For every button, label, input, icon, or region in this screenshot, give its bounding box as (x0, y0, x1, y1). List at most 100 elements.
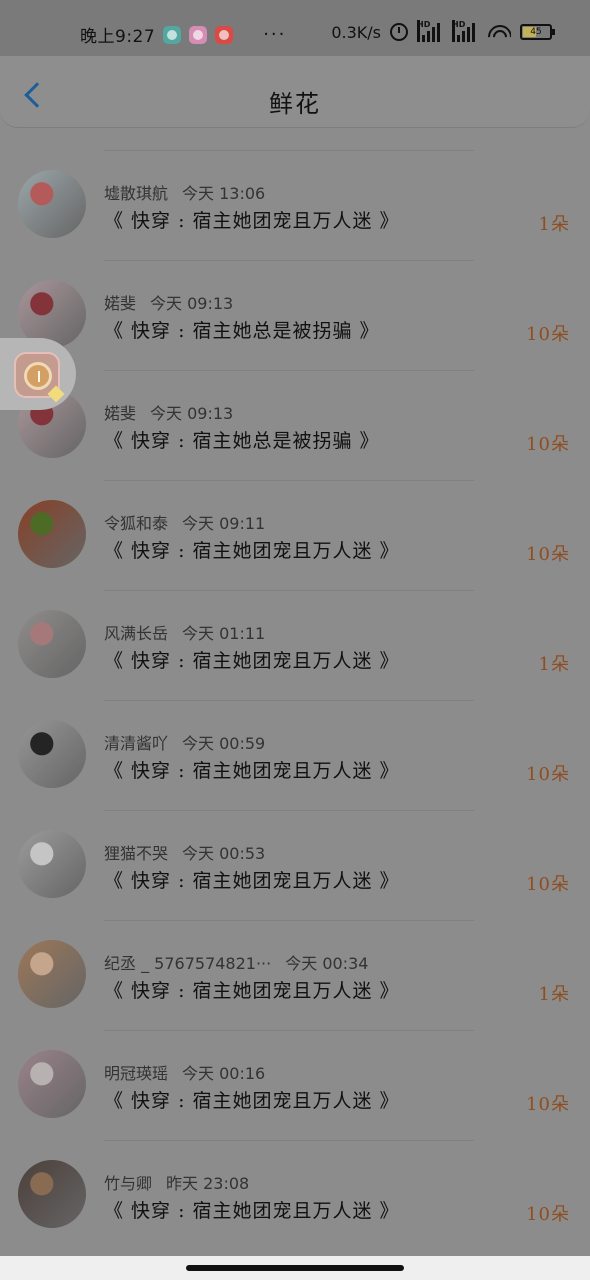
gift-list-item[interactable]: 风满长岳 今天 01:11 《 快穿 : 宿主她团宠且万人迷 》 1朵 (0, 590, 590, 686)
notification-pig-icon (189, 25, 208, 44)
book-title[interactable]: 《 快穿 : 宿主她总是被拐骗 》 (104, 426, 380, 453)
gift-meta: 婼斐 今天 09:13 (104, 290, 233, 314)
gift-time: 今天 09:11 (182, 514, 266, 533)
book-title[interactable]: 《 快穿 : 宿主她团宠且万人迷 》 (104, 1086, 400, 1113)
status-time: 晚上9:27 (80, 27, 156, 47)
list-divider (104, 1030, 474, 1031)
flower-count: 10朵 (526, 764, 570, 785)
book-title[interactable]: 《 快穿 : 宿主她团宠且万人迷 》 (104, 646, 400, 673)
book-title[interactable]: 《 快穿 : 宿主她团宠且万人迷 》 (104, 756, 400, 783)
floating-app-icon (14, 352, 65, 403)
hd-label-icon: HD (417, 20, 430, 42)
user-avatar[interactable] (18, 1160, 86, 1228)
list-divider (104, 370, 474, 371)
user-avatar[interactable] (18, 830, 86, 898)
gift-time: 今天 01:11 (182, 624, 266, 643)
page-header: 鲜花 (0, 56, 590, 128)
hd-signal-icon-secondary: HD (452, 20, 478, 42)
gift-time: 今天 00:59 (182, 734, 266, 753)
user-avatar[interactable] (18, 170, 86, 238)
sender-name[interactable]: 婼斐 (104, 404, 136, 423)
home-indicator[interactable] (186, 1265, 404, 1271)
sender-name[interactable]: 墟散琪航 (104, 184, 168, 203)
flower-count: 10朵 (526, 324, 570, 345)
book-title[interactable]: 《 快穿 : 宿主她团宠且万人迷 》 (104, 866, 400, 893)
gift-time: 今天 09:13 (150, 294, 234, 313)
sender-name[interactable]: 婼斐 (104, 294, 136, 313)
hd-signal-icon: HD (417, 20, 443, 42)
notification-app-icon (163, 25, 182, 44)
flower-count: 1朵 (538, 214, 570, 235)
gift-list-item[interactable]: 婼斐 今天 09:13 《 快穿 : 宿主她总是被拐骗 》 10朵 (0, 370, 590, 466)
status-right-group: 0.3K/s HD HD 45 (331, 20, 555, 42)
list-divider (104, 480, 474, 481)
sender-name[interactable]: 风满长岳 (104, 624, 168, 643)
sender-name[interactable]: 清清酱吖 (104, 734, 168, 753)
gift-list-item[interactable]: 清清酱吖 今天 00:59 《 快穿 : 宿主她团宠且万人迷 》 10朵 (0, 700, 590, 796)
gift-meta: 竹与卿 昨天 23:08 (104, 1170, 249, 1194)
gift-time: 今天 00:53 (182, 844, 266, 863)
user-avatar[interactable] (18, 500, 86, 568)
more-notifications-icon: ··· (263, 24, 287, 45)
page-title: 鲜花 (269, 90, 321, 118)
flower-count: 10朵 (526, 1094, 570, 1115)
sender-name[interactable]: 明冠瑛瑶 (104, 1064, 168, 1083)
sparkle-icon (47, 385, 65, 403)
gift-list-item[interactable]: 狸猫不哭 今天 00:53 《 快穿 : 宿主她团宠且万人迷 》 10朵 (0, 810, 590, 906)
gift-meta: 狸猫不哭 今天 00:53 (104, 840, 265, 864)
gift-meta: 清清酱吖 今天 00:59 (104, 730, 265, 754)
user-avatar[interactable] (18, 610, 86, 678)
book-title[interactable]: 《 快穿 : 宿主她团宠且万人迷 》 (104, 206, 400, 233)
book-title[interactable]: 《 快穿 : 宿主她团宠且万人迷 》 (104, 1196, 400, 1223)
gift-time: 今天 00:34 (285, 954, 369, 973)
gift-time: 今天 09:13 (150, 404, 234, 423)
gift-list-item[interactable]: 令狐和泰 今天 09:11 《 快穿 : 宿主她团宠且万人迷 》 10朵 (0, 480, 590, 576)
user-avatar[interactable] (18, 1050, 86, 1118)
phone-screen: 晚上9:27 ··· 0.3K/s HD HD 45 鲜花 墟散琪航 今天 13… (0, 0, 590, 1280)
floating-reward-button[interactable] (0, 338, 76, 410)
list-divider (104, 810, 474, 811)
gift-list-item[interactable]: 墟散琪航 今天 13:06 《 快穿 : 宿主她团宠且万人迷 》 1朵 (0, 150, 590, 246)
gift-time: 昨天 23:08 (166, 1174, 250, 1193)
flower-count: 10朵 (526, 1204, 570, 1225)
gift-list-item[interactable]: 明冠瑛瑶 今天 00:16 《 快穿 : 宿主她团宠且万人迷 》 10朵 (0, 1030, 590, 1126)
list-divider (104, 920, 474, 921)
list-divider (104, 260, 474, 261)
sender-name[interactable]: 竹与卿 (104, 1174, 152, 1193)
list-divider (104, 700, 474, 701)
flower-count: 10朵 (526, 544, 570, 565)
gift-time: 今天 00:16 (182, 1064, 266, 1083)
sender-name[interactable]: 纪丞 _ 5767574821··· (104, 954, 271, 973)
list-divider (104, 150, 474, 151)
user-avatar[interactable] (18, 940, 86, 1008)
user-avatar[interactable] (18, 720, 86, 788)
battery-level: 45 (530, 27, 542, 37)
alarm-icon (390, 23, 408, 41)
sender-name[interactable]: 狸猫不哭 (104, 844, 168, 863)
gift-meta: 纪丞 _ 5767574821··· 今天 00:34 (104, 950, 368, 974)
sender-name[interactable]: 令狐和泰 (104, 514, 168, 533)
book-title[interactable]: 《 快穿 : 宿主她总是被拐骗 》 (104, 316, 380, 343)
hd-label-icon: HD (452, 20, 465, 42)
gift-meta: 墟散琪航 今天 13:06 (104, 180, 265, 204)
list-divider (104, 590, 474, 591)
book-title[interactable]: 《 快穿 : 宿主她团宠且万人迷 》 (104, 976, 400, 1003)
flower-count: 10朵 (526, 434, 570, 455)
flower-count: 1朵 (538, 984, 570, 1005)
gift-list-item[interactable]: 婼斐 今天 09:13 《 快穿 : 宿主她总是被拐骗 》 10朵 (0, 260, 590, 356)
list-divider (104, 1140, 474, 1141)
gift-list-item[interactable]: 竹与卿 昨天 23:08 《 快穿 : 宿主她团宠且万人迷 》 10朵 (0, 1140, 590, 1236)
status-bar: 晚上9:27 ··· 0.3K/s HD HD 45 (0, 0, 590, 58)
flower-count: 1朵 (538, 654, 570, 675)
wifi-icon (487, 23, 511, 41)
notification-red-icon (215, 25, 234, 44)
gift-meta: 令狐和泰 今天 09:11 (104, 510, 265, 534)
flower-count: 10朵 (526, 874, 570, 895)
gift-meta: 风满长岳 今天 01:11 (104, 620, 265, 644)
book-title[interactable]: 《 快穿 : 宿主她团宠且万人迷 》 (104, 536, 400, 563)
battery-icon: 45 (520, 24, 555, 40)
status-left-group: 晚上9:27 ··· (80, 22, 286, 47)
gift-list-item[interactable]: 纪丞 _ 5767574821··· 今天 00:34 《 快穿 : 宿主她团宠且万… (0, 920, 590, 1016)
network-speed: 0.3K/s (331, 22, 381, 42)
gift-meta: 婼斐 今天 09:13 (104, 400, 233, 424)
